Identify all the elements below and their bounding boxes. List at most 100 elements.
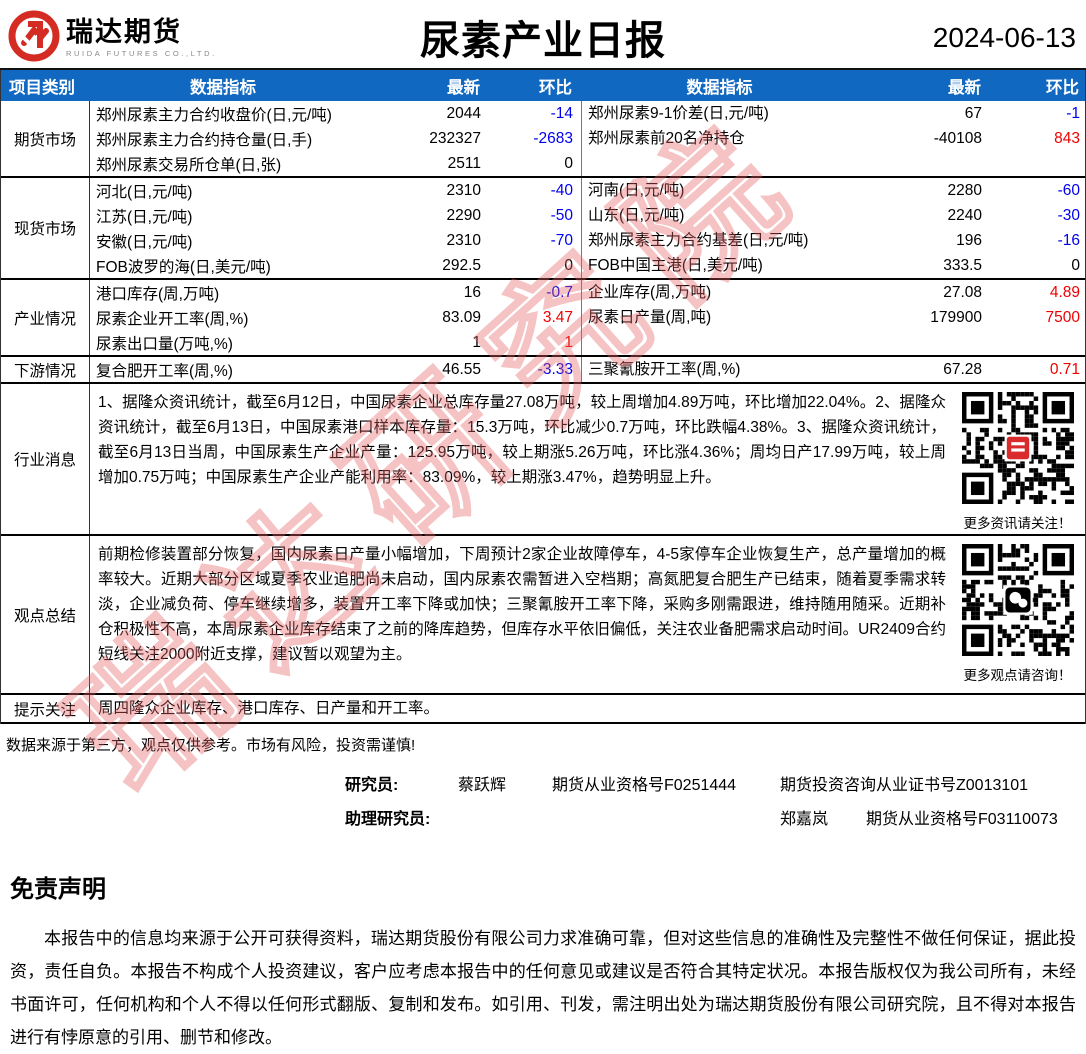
table-row: 郑州尿素交易所仓单(日,张) 2511 0 bbox=[90, 151, 1086, 176]
data-table: 项目类别 数据指标 最新 环比 数据指标 最新 环比 期货市场 郑州尿素主力合约收盘价(日,元… bbox=[0, 70, 1086, 724]
change-value: -2683 bbox=[533, 129, 573, 147]
section-rows: 港口库存(周,万吨) 16 -0.7 企业库存(周,万吨) 27.08 4.89 尿素企业开… bbox=[90, 280, 1086, 355]
industry-news-text: 1、据隆众资讯统计，截至6月12日，中国尿素企业总库存量27.08万吨，较上周增… bbox=[98, 394, 946, 486]
change-value: 0.71 bbox=[1049, 360, 1080, 378]
category-industry-news: 行业消息 bbox=[1, 384, 90, 534]
category-viewpoint-summary: 观点总结 bbox=[1, 536, 90, 693]
assistant-researcher-name: 郑嘉岚 bbox=[780, 811, 829, 828]
indicator-cell: 三聚氰胺开工率(周,%) bbox=[581, 357, 860, 382]
indicator-cell: 港口库存(周,万吨) bbox=[96, 285, 220, 303]
indicator-cell: 郑州尿素主力合约收盘价(日,元/吨) bbox=[96, 106, 332, 124]
section-rows: 复合肥开工率(周,%) 46.55 -3.33 三聚氰胺开工率(周,%) 67.28 0.… bbox=[90, 357, 1086, 382]
table-section: 下游情况 复合肥开工率(周,%) 46.55 -3.33 三聚氰胺开工率(周,%) 67.… bbox=[1, 357, 1085, 384]
table-row: 复合肥开工率(周,%) 46.55 -3.33 三聚氰胺开工率(周,%) 67.28 0.… bbox=[90, 357, 1086, 382]
industry-news-cell: 1、据隆众资讯统计，截至6月12日，中国尿素企业总库存量27.08万吨，较上周增… bbox=[90, 384, 1085, 534]
disclaimer-heading: 免责声明 bbox=[10, 876, 106, 903]
change-value: 0 bbox=[564, 154, 573, 172]
latest-value: 67 bbox=[964, 104, 982, 122]
table-row: 郑州尿素主力合约收盘价(日,元/吨) 2044 -14 郑州尿素9-1价差(日,元/吨… bbox=[90, 101, 1086, 126]
report-page: 瑞达期货 RUIDA FUTURES CO.,LTD. 尿素产业日报 2024-… bbox=[0, 0, 1086, 1047]
column-header: 数据指标 bbox=[686, 78, 753, 97]
column-header: 最新 bbox=[447, 78, 480, 97]
column-header: 环比 bbox=[539, 78, 572, 97]
table-row: 港口库存(周,万吨) 16 -0.7 企业库存(周,万吨) 27.08 4.89 bbox=[90, 280, 1086, 305]
indicator-cell: 企业库存(周,万吨) bbox=[581, 280, 860, 305]
column-header: 项目类别 bbox=[9, 78, 75, 97]
summary-qr-block: 更多观点请咨询！ bbox=[950, 536, 1085, 693]
report-header: 瑞达期货 RUIDA FUTURES CO.,LTD. 尿素产业日报 2024-… bbox=[0, 0, 1086, 70]
change-value: -50 bbox=[550, 206, 573, 224]
latest-value: 232327 bbox=[429, 129, 481, 147]
change-value: 0 bbox=[564, 256, 573, 274]
latest-value: 2280 bbox=[947, 181, 982, 199]
viewpoint-summary-text: 前期检修装置部分恢复，国内尿素日产量小幅增加，下周预计2家企业故障停车，4-5家… bbox=[98, 546, 946, 663]
latest-value: 2310 bbox=[446, 181, 481, 199]
indicator-cell: 尿素出口量(万吨,%) bbox=[96, 335, 233, 353]
indicator-cell: 山东(日,元/吨) bbox=[581, 203, 860, 228]
table-row: 郑州尿素主力合约持仓量(日,手) 232327 -2683 郑州尿素前20名净持仓 -4… bbox=[90, 126, 1086, 151]
indicator-cell bbox=[581, 330, 860, 355]
table-section: 期货市场 郑州尿素主力合约收盘价(日,元/吨) 2044 -14 郑州尿素9-1价差(日… bbox=[1, 101, 1085, 178]
assistant-researcher-label: 助理研究员: bbox=[345, 811, 431, 828]
latest-value: 2290 bbox=[446, 206, 481, 224]
change-value: -30 bbox=[1057, 206, 1080, 224]
researcher-advisory-cert-number: 期货投资咨询从业证书号Z0013101 bbox=[780, 777, 1029, 794]
category-label: 产业情况 bbox=[1, 280, 90, 355]
table-section: 产业情况 港口库存(周,万吨) 16 -0.7 企业库存(周,万吨) 27.08 4.89 尿… bbox=[1, 280, 1085, 357]
section-rows: 郑州尿素主力合约收盘价(日,元/吨) 2044 -14 郑州尿素9-1价差(日,元/吨… bbox=[90, 101, 1086, 176]
indicator-cell: 安徽(日,元/吨) bbox=[96, 233, 193, 251]
change-value: 7500 bbox=[1045, 308, 1080, 326]
table-row: 尿素出口量(万吨,%) 1 1 bbox=[90, 330, 1086, 355]
category-label: 期货市场 bbox=[1, 101, 90, 176]
table-section: 现货市场 河北(日,元/吨) 2310 -40 河南(日,元/吨) 2280 -60 江苏(日… bbox=[1, 178, 1085, 280]
table-row: 尿素企业开工率(周,%) 83.09 3.47 尿素日产量(周,吨) 179900 750… bbox=[90, 305, 1086, 330]
latest-value: 292.5 bbox=[442, 256, 481, 274]
report-date: 2024-06-13 bbox=[932, 22, 1076, 53]
change-value: -3.33 bbox=[537, 360, 573, 378]
indicator-cell: 河北(日,元/吨) bbox=[96, 183, 193, 201]
indicator-cell bbox=[581, 151, 860, 176]
alert-text: 周四隆众企业库存、港口库存、日产量和开工率。 bbox=[89, 695, 1085, 722]
alert-section: 提示关注 周四隆众企业库存、港口库存、日产量和开工率。 bbox=[1, 695, 1085, 724]
latest-value: 2511 bbox=[447, 154, 481, 172]
summary-qr-caption: 更多观点请咨询！ bbox=[963, 668, 1072, 683]
change-value: -16 bbox=[1057, 231, 1080, 249]
change-value: -60 bbox=[1057, 181, 1080, 199]
latest-value: 333.5 bbox=[943, 256, 982, 274]
legal-disclaimer: 免责声明 本报告中的信息均来源于公开可获得资料，瑞达期货股份有限公司力求准确可靠… bbox=[10, 869, 1076, 1054]
latest-value: 27.08 bbox=[943, 283, 982, 301]
latest-value: 1 bbox=[472, 333, 481, 351]
researcher-name: 蔡跃辉 bbox=[458, 777, 507, 794]
indicator-cell: 尿素日产量(周,吨) bbox=[581, 305, 860, 330]
source-disclaimer-line: 数据来源于第三方，观点仅供参考。市场有风险，投资需谨慎! bbox=[6, 737, 416, 754]
change-value: -1 bbox=[1066, 104, 1080, 122]
latest-value: 2240 bbox=[947, 206, 982, 224]
table-row: FOB波罗的海(日,美元/吨) 292.5 0 FOB中国主港(日,美元/吨) 333.… bbox=[90, 253, 1086, 278]
section-rows: 河北(日,元/吨) 2310 -40 河南(日,元/吨) 2280 -60 江苏(日,元/吨… bbox=[90, 178, 1086, 278]
researcher-cert-number: 期货从业资格号F0251444 bbox=[552, 777, 737, 794]
change-value: 843 bbox=[1054, 129, 1080, 147]
news-qr-code-icon bbox=[961, 392, 1074, 504]
summary-qr-code-icon bbox=[961, 544, 1074, 656]
news-qr-caption: 更多资讯请关注！ bbox=[963, 516, 1072, 531]
category-alert: 提示关注 bbox=[13, 701, 76, 719]
change-value: 0 bbox=[1071, 256, 1080, 274]
assistant-cert-number: 期货从业资格号F03110073 bbox=[866, 811, 1058, 828]
indicator-cell: 江苏(日,元/吨) bbox=[96, 208, 193, 226]
change-value: -40 bbox=[550, 181, 573, 199]
change-value: -70 bbox=[550, 231, 573, 249]
table-row: 江苏(日,元/吨) 2290 -50 山东(日,元/吨) 2240 -30 bbox=[90, 203, 1086, 228]
change-value: -14 bbox=[550, 104, 573, 122]
column-header: 环比 bbox=[1046, 78, 1079, 97]
industry-news-section: 行业消息 1、据隆众资讯统计，截至6月12日，中国尿素企业总库存量27.08万吨… bbox=[1, 384, 1085, 536]
indicator-cell: 郑州尿素主力合约基差(日,元/吨) bbox=[581, 228, 860, 253]
category-label: 现货市场 bbox=[1, 178, 90, 278]
table-row: 河北(日,元/吨) 2310 -40 河南(日,元/吨) 2280 -60 bbox=[90, 178, 1086, 203]
indicator-cell: 郑州尿素交易所仓单(日,张) bbox=[96, 156, 282, 174]
researcher-label: 研究员: bbox=[345, 777, 399, 794]
column-header: 最新 bbox=[948, 78, 981, 97]
latest-value: -40108 bbox=[933, 129, 982, 147]
viewpoint-summary-section: 观点总结 前期检修装置部分恢复，国内尿素日产量小幅增加，下周预计2家企业故障停车… bbox=[1, 536, 1085, 695]
latest-value: 67.28 bbox=[943, 360, 982, 378]
latest-value: 16 bbox=[463, 283, 481, 301]
